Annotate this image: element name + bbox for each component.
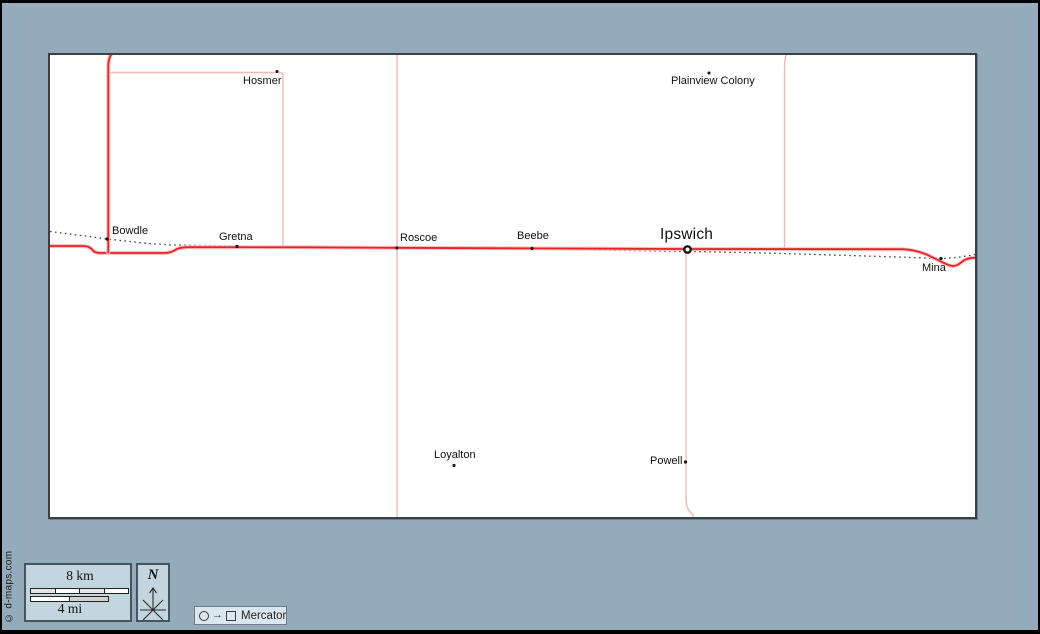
- town-label-powell: Powell: [650, 456, 682, 467]
- scale-km-segment: [31, 589, 56, 593]
- town-label-roscoe: Roscoe: [400, 233, 437, 244]
- scale-bar-panel: 8 km 4 mi: [24, 563, 132, 622]
- town-dot-mina: [939, 257, 942, 260]
- town-dot-loyalton: [452, 464, 455, 467]
- scale-km-label: 8 km: [31, 569, 129, 583]
- scale-km-segment: [105, 589, 129, 593]
- town-dot-beebe: [530, 247, 533, 250]
- town-label-loyalton: Loyalton: [434, 450, 476, 461]
- town-label-beebe: Beebe: [517, 231, 549, 242]
- north-arrow-panel: N: [136, 563, 170, 622]
- town-ring-ipswich: [684, 246, 690, 252]
- map-frame: [48, 53, 977, 519]
- projection-box: → Mercator: [194, 606, 287, 625]
- scale-km-segment: [56, 589, 81, 593]
- township-boundary-powell: [686, 250, 694, 517]
- railroad-line: [50, 232, 975, 259]
- scale-mi-label: 4 mi: [31, 602, 109, 616]
- scale-bar-km: [30, 588, 129, 594]
- town-dot-gretna: [235, 245, 238, 248]
- town-label-gretna: Gretna: [219, 232, 253, 243]
- town-dot-hosmer: [276, 70, 279, 73]
- copyright-text: © d-maps.com: [2, 549, 16, 625]
- projected-square-icon: [226, 611, 236, 621]
- compass-icon: [138, 584, 168, 620]
- projection-name: Mercator: [241, 610, 286, 622]
- town-dot-roscoe: [395, 246, 398, 249]
- town-label-ipswich: Ipswich: [660, 227, 713, 242]
- township-boundary-plainview: [785, 55, 787, 247]
- town-label-mina: Mina: [922, 263, 946, 274]
- town-label-hosmer: Hosmer: [243, 76, 282, 87]
- map-canvas: [50, 55, 975, 517]
- projection-arrow-icon: →: [212, 610, 223, 621]
- township-boundary-hosmer: [109, 73, 284, 248]
- town-dot-powell: [684, 460, 687, 463]
- north-label: N: [138, 568, 168, 583]
- town-label-bowdle: Bowdle: [112, 226, 148, 237]
- town-dot-bowdle: [105, 237, 108, 240]
- town-label-plainview-colony: Plainview Colony: [671, 76, 755, 87]
- globe-circle-icon: [199, 611, 209, 621]
- scale-km-segment: [80, 589, 105, 593]
